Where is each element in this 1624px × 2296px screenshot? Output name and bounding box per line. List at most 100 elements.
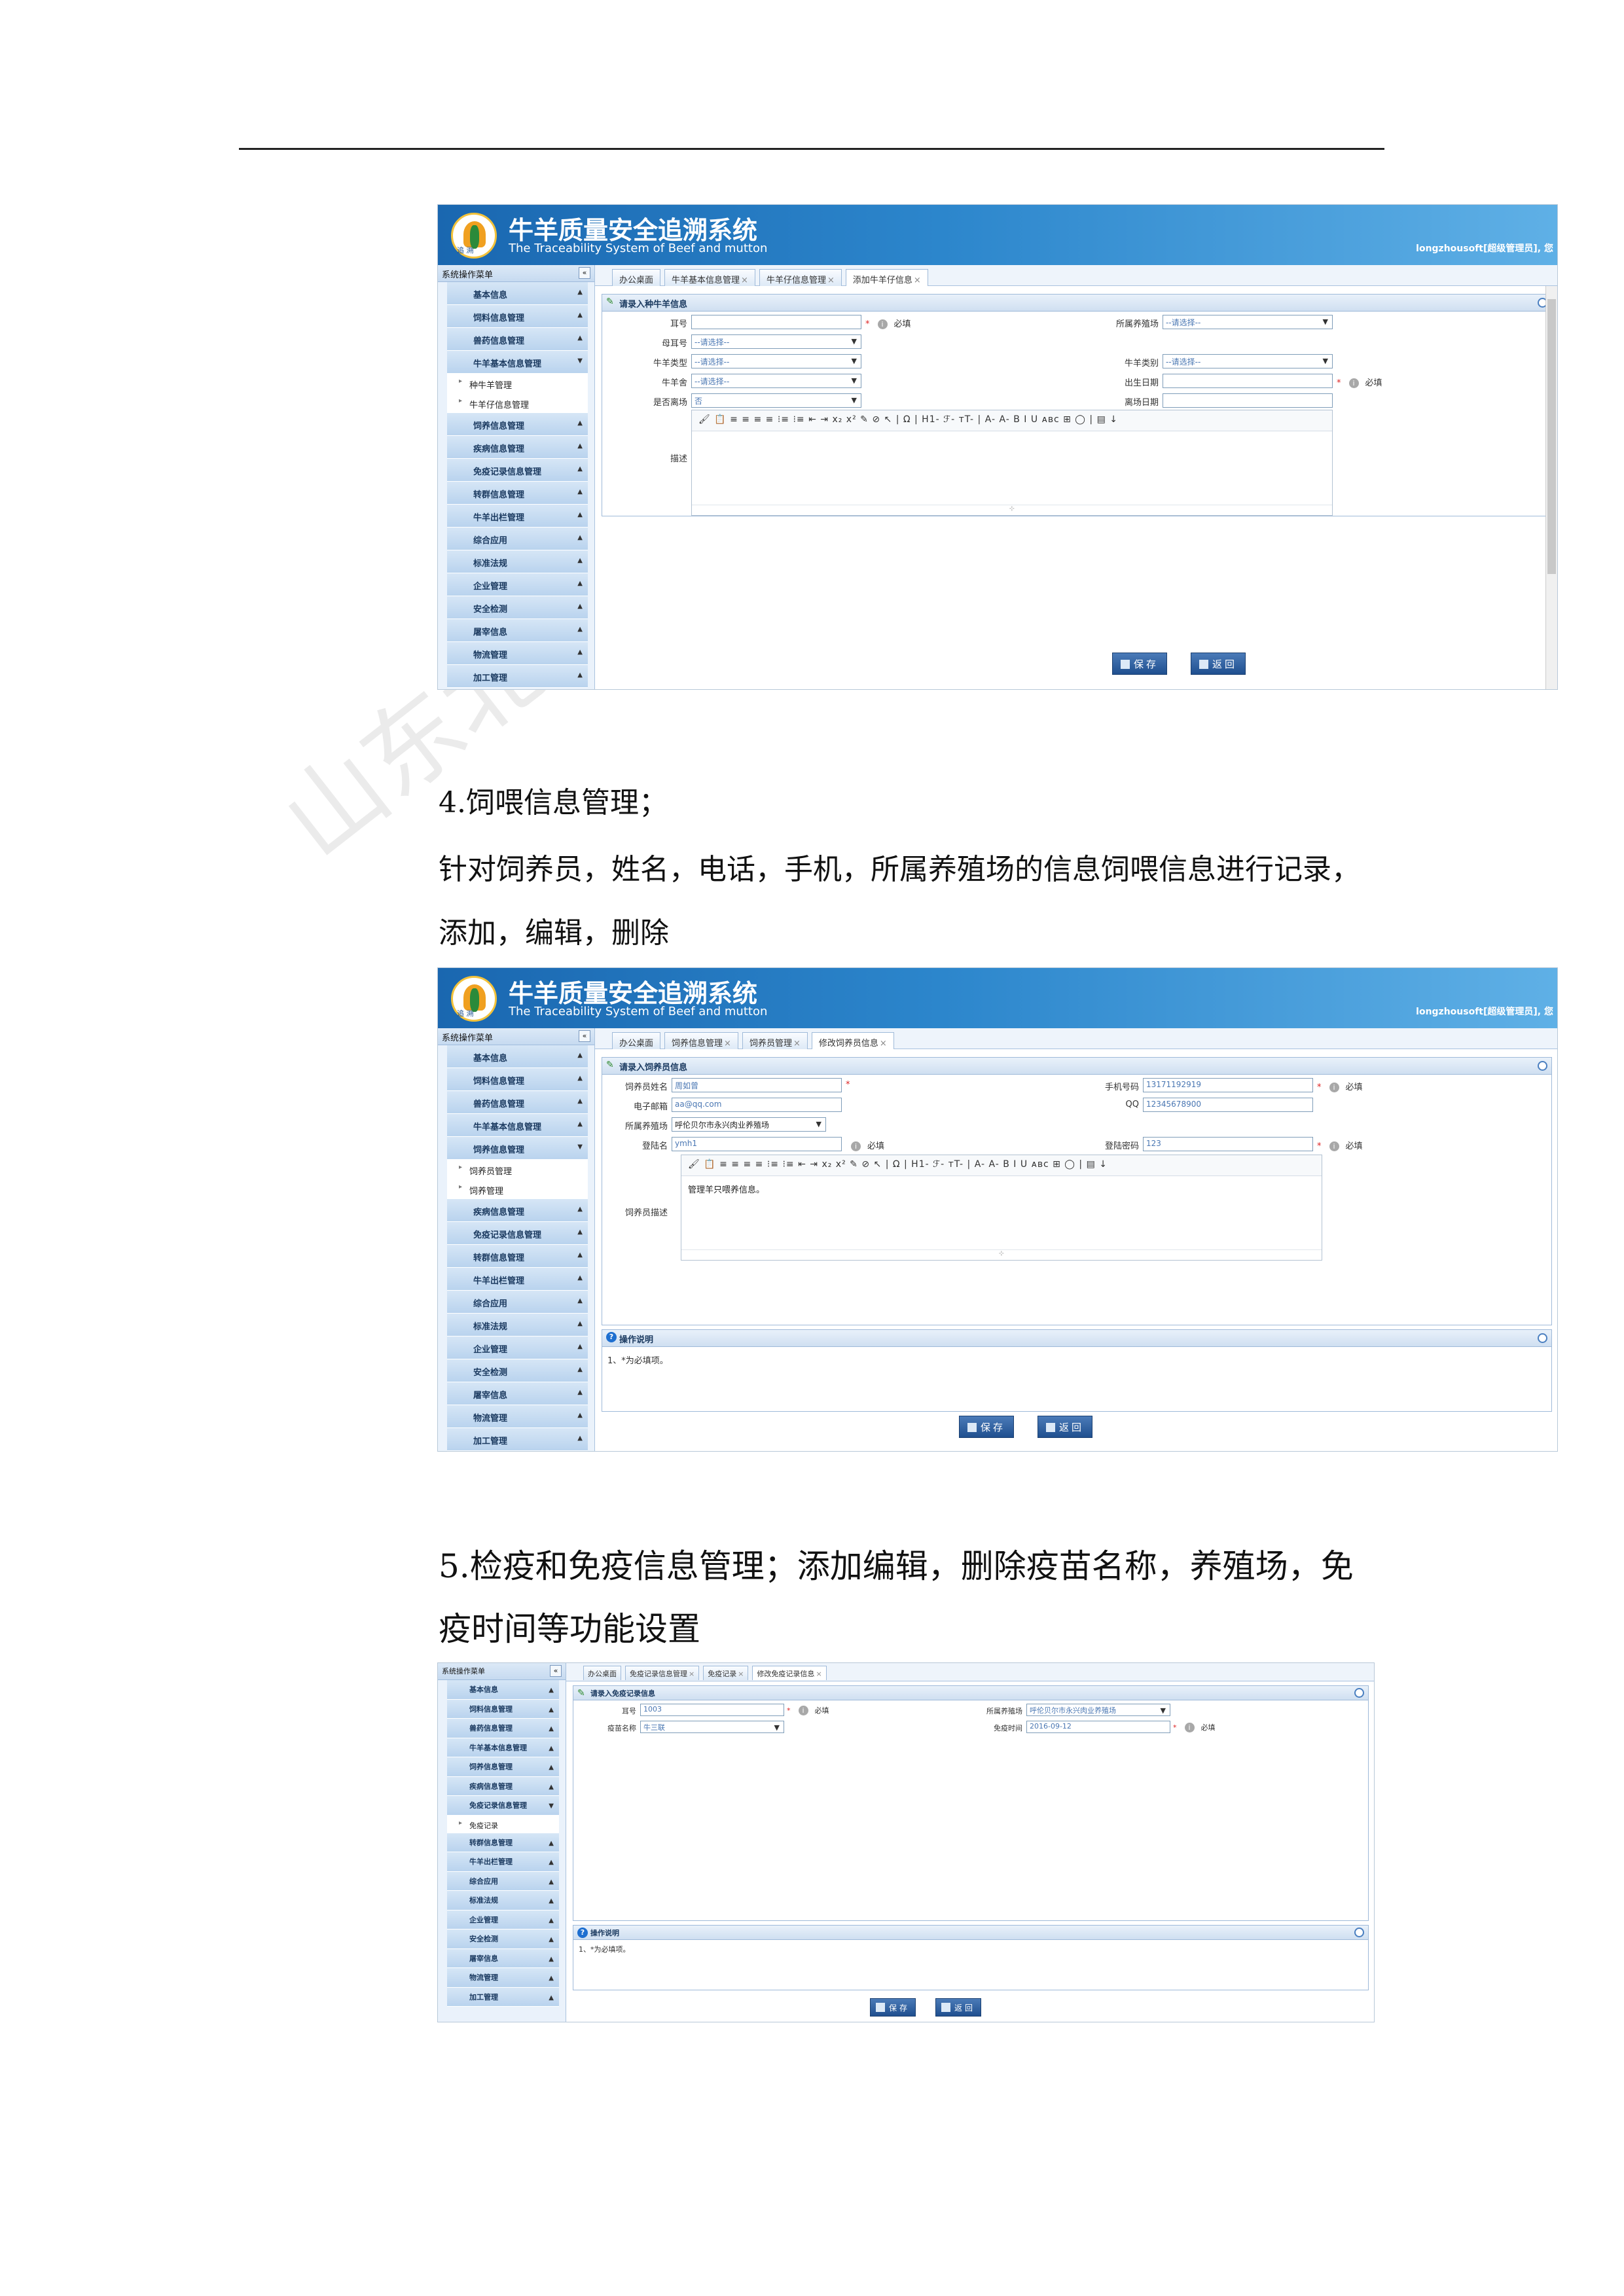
close-icon[interactable]: × (741, 276, 748, 285)
sidebar-item[interactable]: 标准法规 ▲ (447, 1891, 559, 1910)
left-farm-select[interactable]: 否 (691, 393, 861, 408)
sidebar-item[interactable]: 综合应用 ▲ (447, 1871, 559, 1891)
sidebar-item[interactable]: 牛羊出栏管理 ▲ (447, 1268, 588, 1291)
description-editor[interactable]: 🖌 📋 ≡ ≡ ≡ ≡ ⁝≡ ⁝≡ ⇤ ⇥ x₂ x² ✎ ⊘ ↖ | Ω | … (681, 1155, 1322, 1261)
sidebar-item[interactable]: 综合应用 ▲ (447, 1291, 588, 1314)
tab[interactable]: 饲养信息管理 × (664, 1032, 738, 1049)
panel-toggle-icon[interactable] (1354, 1928, 1364, 1937)
save-button[interactable]: 保存 (1112, 653, 1168, 675)
qq-input[interactable]: 12345678900 (1143, 1098, 1313, 1112)
sidebar-item[interactable]: 综合应用 ▲ (447, 528, 588, 550)
editor-toolbar[interactable]: 🖌 📋 ≡ ≡ ≡ ≡ ⁝≡ ⁝≡ ⇤ ⇥ x₂ x² ✎ ⊘ ↖ | Ω | … (681, 1155, 1322, 1176)
sidebar-item[interactable]: 标准法规 ▲ (447, 1314, 588, 1336)
sidebar-item[interactable]: 疾病信息管理 ▲ (447, 1199, 588, 1222)
sidebar-item[interactable]: 物流管理 ▲ (447, 1405, 588, 1428)
sidebar-item[interactable]: 加工管理 ▲ (447, 665, 588, 688)
sidebar-item[interactable]: 牛羊基本信息管理 ▲ (447, 1114, 588, 1137)
sidebar-item[interactable]: 饲料信息管理 ▲ (447, 305, 588, 328)
tab[interactable]: 办公桌面 (612, 269, 661, 286)
close-icon[interactable]: × (816, 1670, 821, 1678)
sidebar-item[interactable]: 安全检测 ▲ (447, 596, 588, 619)
close-icon[interactable]: × (724, 1039, 731, 1049)
sidebar-item[interactable]: 饲养信息管理 ▲ (447, 413, 588, 436)
tab[interactable]: 免疫记录信息管理 × (625, 1666, 700, 1680)
ear-input[interactable] (691, 315, 861, 329)
editor-resize-handle[interactable]: ⊹ (692, 505, 1332, 515)
tab[interactable]: 修改免疫记录信息 × (752, 1666, 827, 1680)
farm-select[interactable]: 呼伦贝尔市永兴肉业养殖场 (672, 1117, 826, 1132)
sidebar-item[interactable]: 企业管理 ▲ (447, 573, 588, 596)
sidebar-item[interactable]: 转群信息管理 ▲ (447, 1833, 559, 1852)
tab[interactable]: 牛羊仔信息管理 × (759, 269, 842, 286)
tab[interactable]: 饲养员管理 × (742, 1032, 808, 1049)
close-icon[interactable]: × (793, 1039, 801, 1049)
panel-toggle-icon[interactable] (1538, 1333, 1547, 1343)
sidebar-item[interactable]: 饲料信息管理 ▲ (447, 1068, 588, 1091)
birth-date-input[interactable] (1163, 374, 1333, 388)
sidebar-item[interactable]: 疾病信息管理 ▲ (447, 1776, 559, 1796)
vertical-scrollbar[interactable] (1545, 286, 1557, 689)
sidebar-item[interactable]: 基本信息 ▲ (447, 282, 588, 305)
sidebar-subitem[interactable]: 牛羊仔信息管理 (447, 393, 588, 413)
immunization-date-input[interactable]: 2016-09-12 (1026, 1721, 1170, 1733)
sidebar-item[interactable]: 标准法规 ▲ (447, 550, 588, 573)
sidebar-item[interactable]: 企业管理 ▲ (447, 1336, 588, 1359)
feeder-name-input[interactable]: 周如曾 (672, 1078, 842, 1092)
tab[interactable]: 免疫记录 × (703, 1666, 749, 1680)
sidebar-item[interactable]: 兽药信息管理 ▲ (447, 1091, 588, 1114)
sidebar-item[interactable]: 安全检测 ▲ (447, 1359, 588, 1382)
panel-toggle-icon[interactable] (1538, 1061, 1547, 1071)
sidebar-item[interactable]: 疾病信息管理 ▲ (447, 436, 588, 459)
collapse-sidebar-button[interactable]: « (550, 1665, 562, 1677)
sidebar-item[interactable]: 企业管理 ▲ (447, 1910, 559, 1929)
sidebar-item[interactable]: 屠宰信息 ▲ (447, 619, 588, 642)
description-editor[interactable]: 🖌 📋 ≡ ≡ ≡ ≡ ⁝≡ ⁝≡ ⇤ ⇥ x₂ x² ✎ ⊘ ↖ | Ω | … (691, 410, 1333, 516)
save-button[interactable]: 保存 (959, 1416, 1015, 1438)
close-icon[interactable]: × (689, 1670, 695, 1678)
scroll-thumb[interactable] (1547, 299, 1556, 574)
sidebar-item[interactable]: 牛羊出栏管理 ▲ (447, 505, 588, 528)
password-input[interactable]: 123 (1143, 1137, 1313, 1151)
leave-date-input[interactable] (1163, 393, 1333, 408)
sidebar-item[interactable]: 转群信息管理 ▲ (447, 482, 588, 505)
barn-select[interactable]: --请选择-- (691, 374, 861, 388)
tab[interactable]: 办公桌面 (583, 1666, 621, 1680)
collapse-sidebar-button[interactable]: « (579, 1030, 590, 1042)
tab[interactable]: 办公桌面 (612, 1032, 661, 1049)
close-icon[interactable]: × (738, 1670, 744, 1678)
sidebar-item[interactable]: 兽药信息管理 ▲ (447, 328, 588, 351)
email-input[interactable]: aa@qq.com (672, 1098, 842, 1112)
sidebar-item[interactable]: 饲养信息管理 ▼ (447, 1137, 588, 1160)
farm-select[interactable]: --请选择-- (1163, 315, 1333, 329)
vaccine-select[interactable]: 牛三联 (640, 1721, 784, 1733)
back-button[interactable]: 返回 (935, 1998, 982, 2017)
tab[interactable]: 添加牛羊仔信息 × (845, 269, 928, 286)
back-button[interactable]: 返回 (1191, 653, 1246, 675)
farm-select[interactable]: 呼伦贝尔市永兴肉业养殖场 (1026, 1704, 1170, 1716)
sidebar-item[interactable]: 兽药信息管理 ▲ (447, 1719, 559, 1738)
save-button[interactable]: 保存 (870, 1998, 916, 2017)
close-icon[interactable]: × (827, 276, 835, 285)
sidebar-subitem[interactable]: 种牛羊管理 (447, 374, 588, 393)
login-input[interactable]: ymh1 (672, 1137, 842, 1151)
sidebar-item[interactable]: 屠宰信息 ▲ (447, 1382, 588, 1405)
sidebar-item[interactable]: 免疫记录信息管理 ▲ (447, 459, 588, 482)
sidebar-item[interactable]: 牛羊出栏管理 ▲ (447, 1852, 559, 1872)
sidebar-item[interactable]: 加工管理 ▲ (447, 1987, 559, 2007)
sidebar-subitem[interactable]: 饲养管理 (447, 1179, 588, 1199)
close-icon[interactable]: × (880, 1039, 887, 1049)
phone-input[interactable]: 13171192919 (1143, 1078, 1313, 1092)
sidebar-item[interactable]: 牛羊基本信息管理 ▲ (447, 1738, 559, 1757)
sidebar-item[interactable]: 基本信息 ▲ (447, 1045, 588, 1068)
category-select[interactable]: --请选择-- (1163, 354, 1333, 368)
ear-input[interactable]: 1003 (640, 1704, 784, 1716)
editor-toolbar[interactable]: 🖌 📋 ≡ ≡ ≡ ≡ ⁝≡ ⁝≡ ⇤ ⇥ x₂ x² ✎ ⊘ ↖ | Ω | … (692, 410, 1332, 431)
sidebar-item[interactable]: 牛羊基本信息管理 ▼ (447, 351, 588, 374)
sidebar-item[interactable]: 加工管理 ▲ (447, 1428, 588, 1451)
sidebar-subitem[interactable]: 免疫记录 (447, 1815, 559, 1833)
collapse-sidebar-button[interactable]: « (579, 267, 590, 279)
sidebar-item[interactable]: 安全检测 ▲ (447, 1929, 559, 1949)
close-icon[interactable]: × (914, 276, 921, 285)
back-button[interactable]: 返回 (1038, 1416, 1093, 1438)
sidebar-item[interactable]: 饲养信息管理 ▲ (447, 1757, 559, 1777)
